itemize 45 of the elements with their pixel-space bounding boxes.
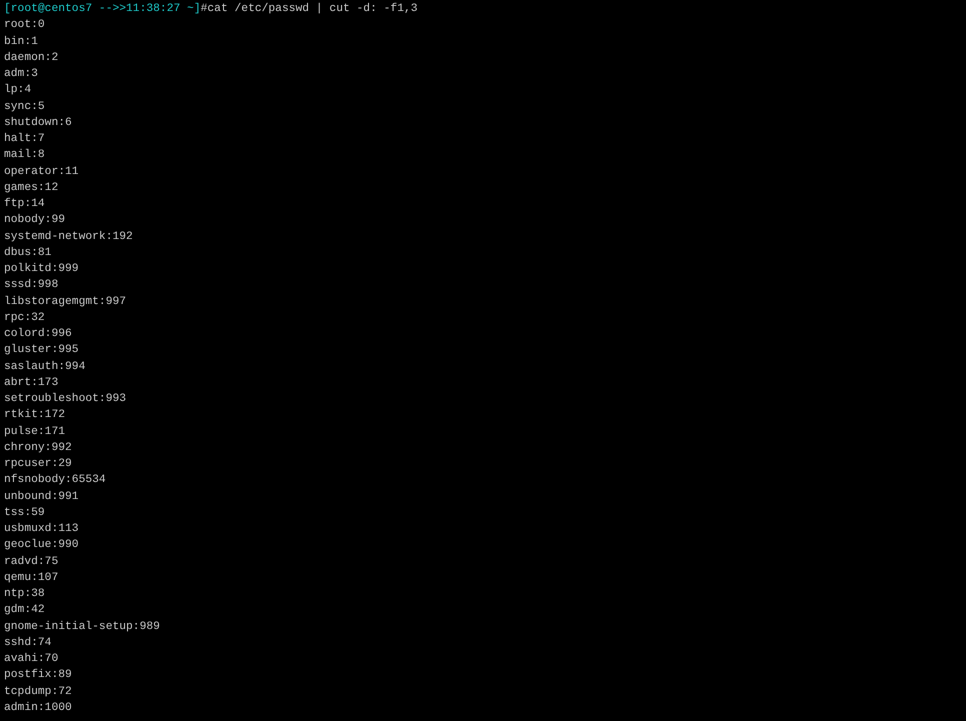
output-line: geoclue:990 — [4, 538, 79, 554]
output-line: root:0 — [4, 18, 45, 34]
output-line: nfsnobody:65534 — [4, 472, 106, 488]
output-line: games:12 — [4, 180, 58, 196]
output-line: tss:59 — [4, 506, 45, 521]
output-line: libstoragemgmt:997 — [4, 294, 126, 310]
output-line: unbound:991 — [4, 490, 79, 504]
output-line: ntp:38 — [4, 587, 45, 602]
prompt-text: [root@centos7 -->>11:38:27 ~] — [4, 2, 201, 17]
output-line: pulse:171 — [4, 424, 66, 440]
output-line: mail:8 — [4, 148, 45, 164]
output-line: bin:1 — [4, 34, 38, 50]
output-line: avahi:70 — [4, 652, 58, 667]
output-line: polkitd:999 — [4, 262, 79, 277]
output-line: gdm:42 — [4, 602, 45, 618]
output-line: nobody:99 — [4, 212, 66, 228]
output-line: radvd:75 — [4, 554, 58, 570]
output-line: halt:7 — [4, 132, 45, 147]
output-line: adm:3 — [4, 66, 38, 82]
output-line: ftp:14 — [4, 196, 45, 212]
output-line: abrt:173 — [4, 376, 58, 391]
output-line: usbmuxd:113 — [4, 522, 79, 537]
output-line: gluster:995 — [4, 342, 79, 358]
output-line: rpc:32 — [4, 310, 45, 326]
output-line: systemd-network:192 — [4, 230, 133, 244]
output-line: sssd:998 — [4, 278, 58, 294]
output-line: tcpdump:72 — [4, 684, 72, 700]
output-line: lp:4 — [4, 82, 32, 98]
output-line: admin:1000 — [4, 700, 72, 716]
output-line: chrony:992 — [4, 440, 72, 456]
output-line: postfix:89 — [4, 668, 72, 684]
output-line: gnome-initial-setup:989 — [4, 620, 160, 634]
output-line: sync:5 — [4, 100, 45, 114]
output-line: dbus:81 — [4, 246, 52, 261]
output-line: rtkit:172 — [4, 408, 66, 424]
output-line: setroubleshoot:993 — [4, 392, 126, 407]
output-line: sshd:74 — [4, 636, 52, 651]
command-text: #cat /etc/passwd | cut -d: -f1,3 — [200, 2, 418, 17]
output-line: qemu:107 — [4, 570, 58, 586]
output-line: daemon:2 — [4, 50, 58, 66]
output-line: operator:11 — [4, 164, 79, 180]
output-line: saslauth:994 — [4, 360, 86, 374]
output-line: rpcuser:29 — [4, 457, 72, 472]
output-line: colord:996 — [4, 326, 72, 342]
output-line: shutdown:6 — [4, 116, 72, 131]
